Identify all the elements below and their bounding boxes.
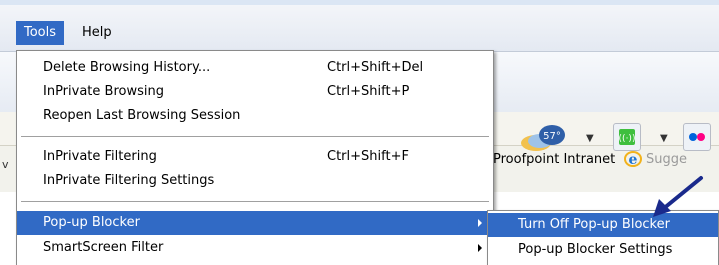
submenu-item-label: Pop-up Blocker Settings bbox=[518, 242, 673, 257]
menu-item-label: InPrivate Filtering bbox=[43, 149, 157, 164]
menu-item-delete-browsing-history[interactable]: Delete Browsing History... Ctrl+Shift+De… bbox=[17, 56, 493, 80]
menu-help[interactable]: Help bbox=[74, 21, 120, 45]
menu-item-shortcut: Ctrl+Shift+F bbox=[327, 149, 409, 164]
menu-item-reopen-last-session[interactable]: Reopen Last Browsing Session bbox=[17, 104, 493, 128]
menu-item-inprivate-filtering-settings[interactable]: InPrivate Filtering Settings bbox=[17, 169, 493, 193]
menu-item-smartscreen-filter[interactable]: SmartScreen Filter bbox=[17, 236, 493, 260]
svg-text:e: e bbox=[629, 152, 638, 168]
menu-separator bbox=[21, 136, 489, 137]
submenu-arrow-icon bbox=[478, 244, 482, 252]
svg-text:((·)): ((·)) bbox=[619, 134, 636, 144]
weather-dropdown-icon[interactable]: ▼ bbox=[586, 133, 594, 144]
submenu-arrow-icon bbox=[478, 219, 482, 227]
flickr-icon[interactable] bbox=[683, 123, 711, 151]
tools-menu: Delete Browsing History... Ctrl+Shift+De… bbox=[16, 50, 494, 265]
menu-item-label: Pop-up Blocker bbox=[43, 215, 140, 230]
menu-item-inprivate-browsing[interactable]: InPrivate Browsing Ctrl+Shift+P bbox=[17, 80, 493, 104]
weather-icon[interactable]: 57° bbox=[520, 123, 566, 153]
menu-item-label: SmartScreen Filter bbox=[43, 240, 164, 255]
menu-item-shortcut: Ctrl+Shift+P bbox=[327, 84, 410, 99]
broadcast-dropdown-icon[interactable]: ▼ bbox=[660, 133, 668, 144]
ie-logo-icon: e bbox=[624, 151, 642, 168]
favorite-proofpoint-intranet[interactable]: Proofpoint Intranet bbox=[493, 150, 615, 170]
menu-tools[interactable]: Tools bbox=[16, 21, 65, 45]
menu-item-label: Delete Browsing History... bbox=[43, 60, 211, 75]
green-broadcast-icon[interactable]: ((·)) bbox=[613, 123, 641, 151]
menu-item-label: InPrivate Filtering Settings bbox=[43, 173, 215, 188]
menu-item-label: InPrivate Browsing bbox=[43, 84, 164, 99]
menu-item-shortcut: Ctrl+Shift+Del bbox=[327, 60, 424, 75]
favorite-suggested-sites[interactable]: Sugge bbox=[646, 150, 687, 170]
annotation-arrow-icon bbox=[653, 176, 703, 217]
menu-item-inprivate-filtering[interactable]: InPrivate Filtering Ctrl+Shift+F bbox=[17, 145, 493, 169]
menu-bar: Tools Help bbox=[0, 5, 719, 51]
submenu-item-popup-blocker-settings[interactable]: Pop-up Blocker Settings bbox=[488, 238, 718, 262]
menu-item-label: Reopen Last Browsing Session bbox=[43, 108, 241, 123]
menu-separator bbox=[21, 201, 489, 202]
weather-temperature: 57° bbox=[543, 131, 561, 142]
menu-item-popup-blocker[interactable]: Pop-up Blocker bbox=[17, 211, 493, 235]
screen: Tools Help 57° ▼ ((·)) ▼ v Proofpoint In… bbox=[0, 0, 719, 265]
truncated-toolbar-text: v bbox=[2, 158, 9, 171]
